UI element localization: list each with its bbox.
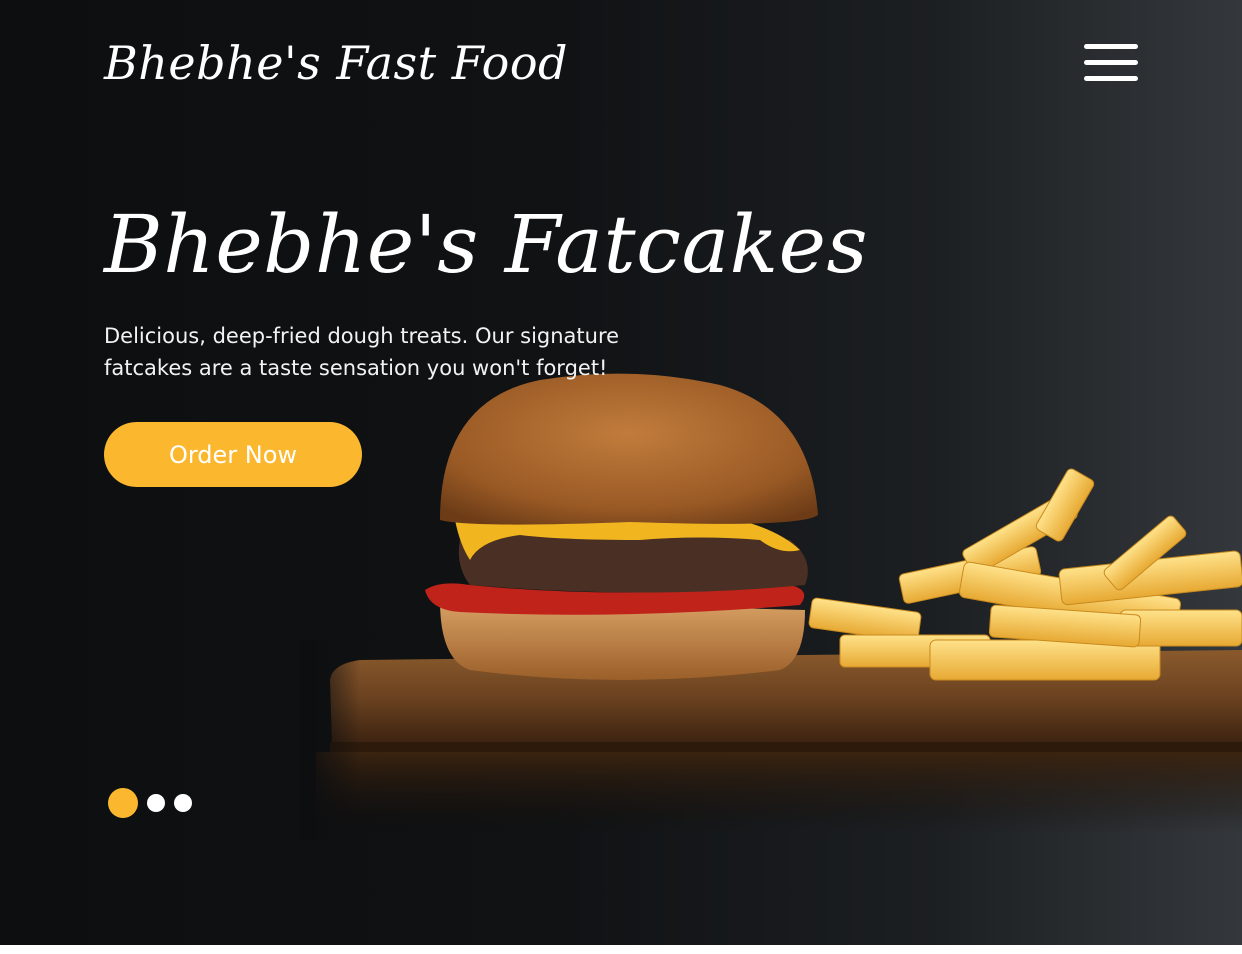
hamburger-menu-icon[interactable] [1084,44,1138,82]
site-logo[interactable]: Bhebhe's Fast Food [104,36,568,90]
hero-title: Bhebhe's Fatcakes [104,198,869,291]
carousel-dot-2[interactable] [147,794,165,812]
hero-description: Delicious, deep-fried dough treats. Our … [104,324,620,380]
order-now-button[interactable]: Order Now [104,422,362,487]
hero-section: Bhebhe's Fast Food Bhebhe's Fatcakes Del… [0,0,1242,945]
carousel-dot-3[interactable] [174,794,192,812]
carousel-dots [108,788,192,818]
carousel-dot-1[interactable] [108,788,138,818]
